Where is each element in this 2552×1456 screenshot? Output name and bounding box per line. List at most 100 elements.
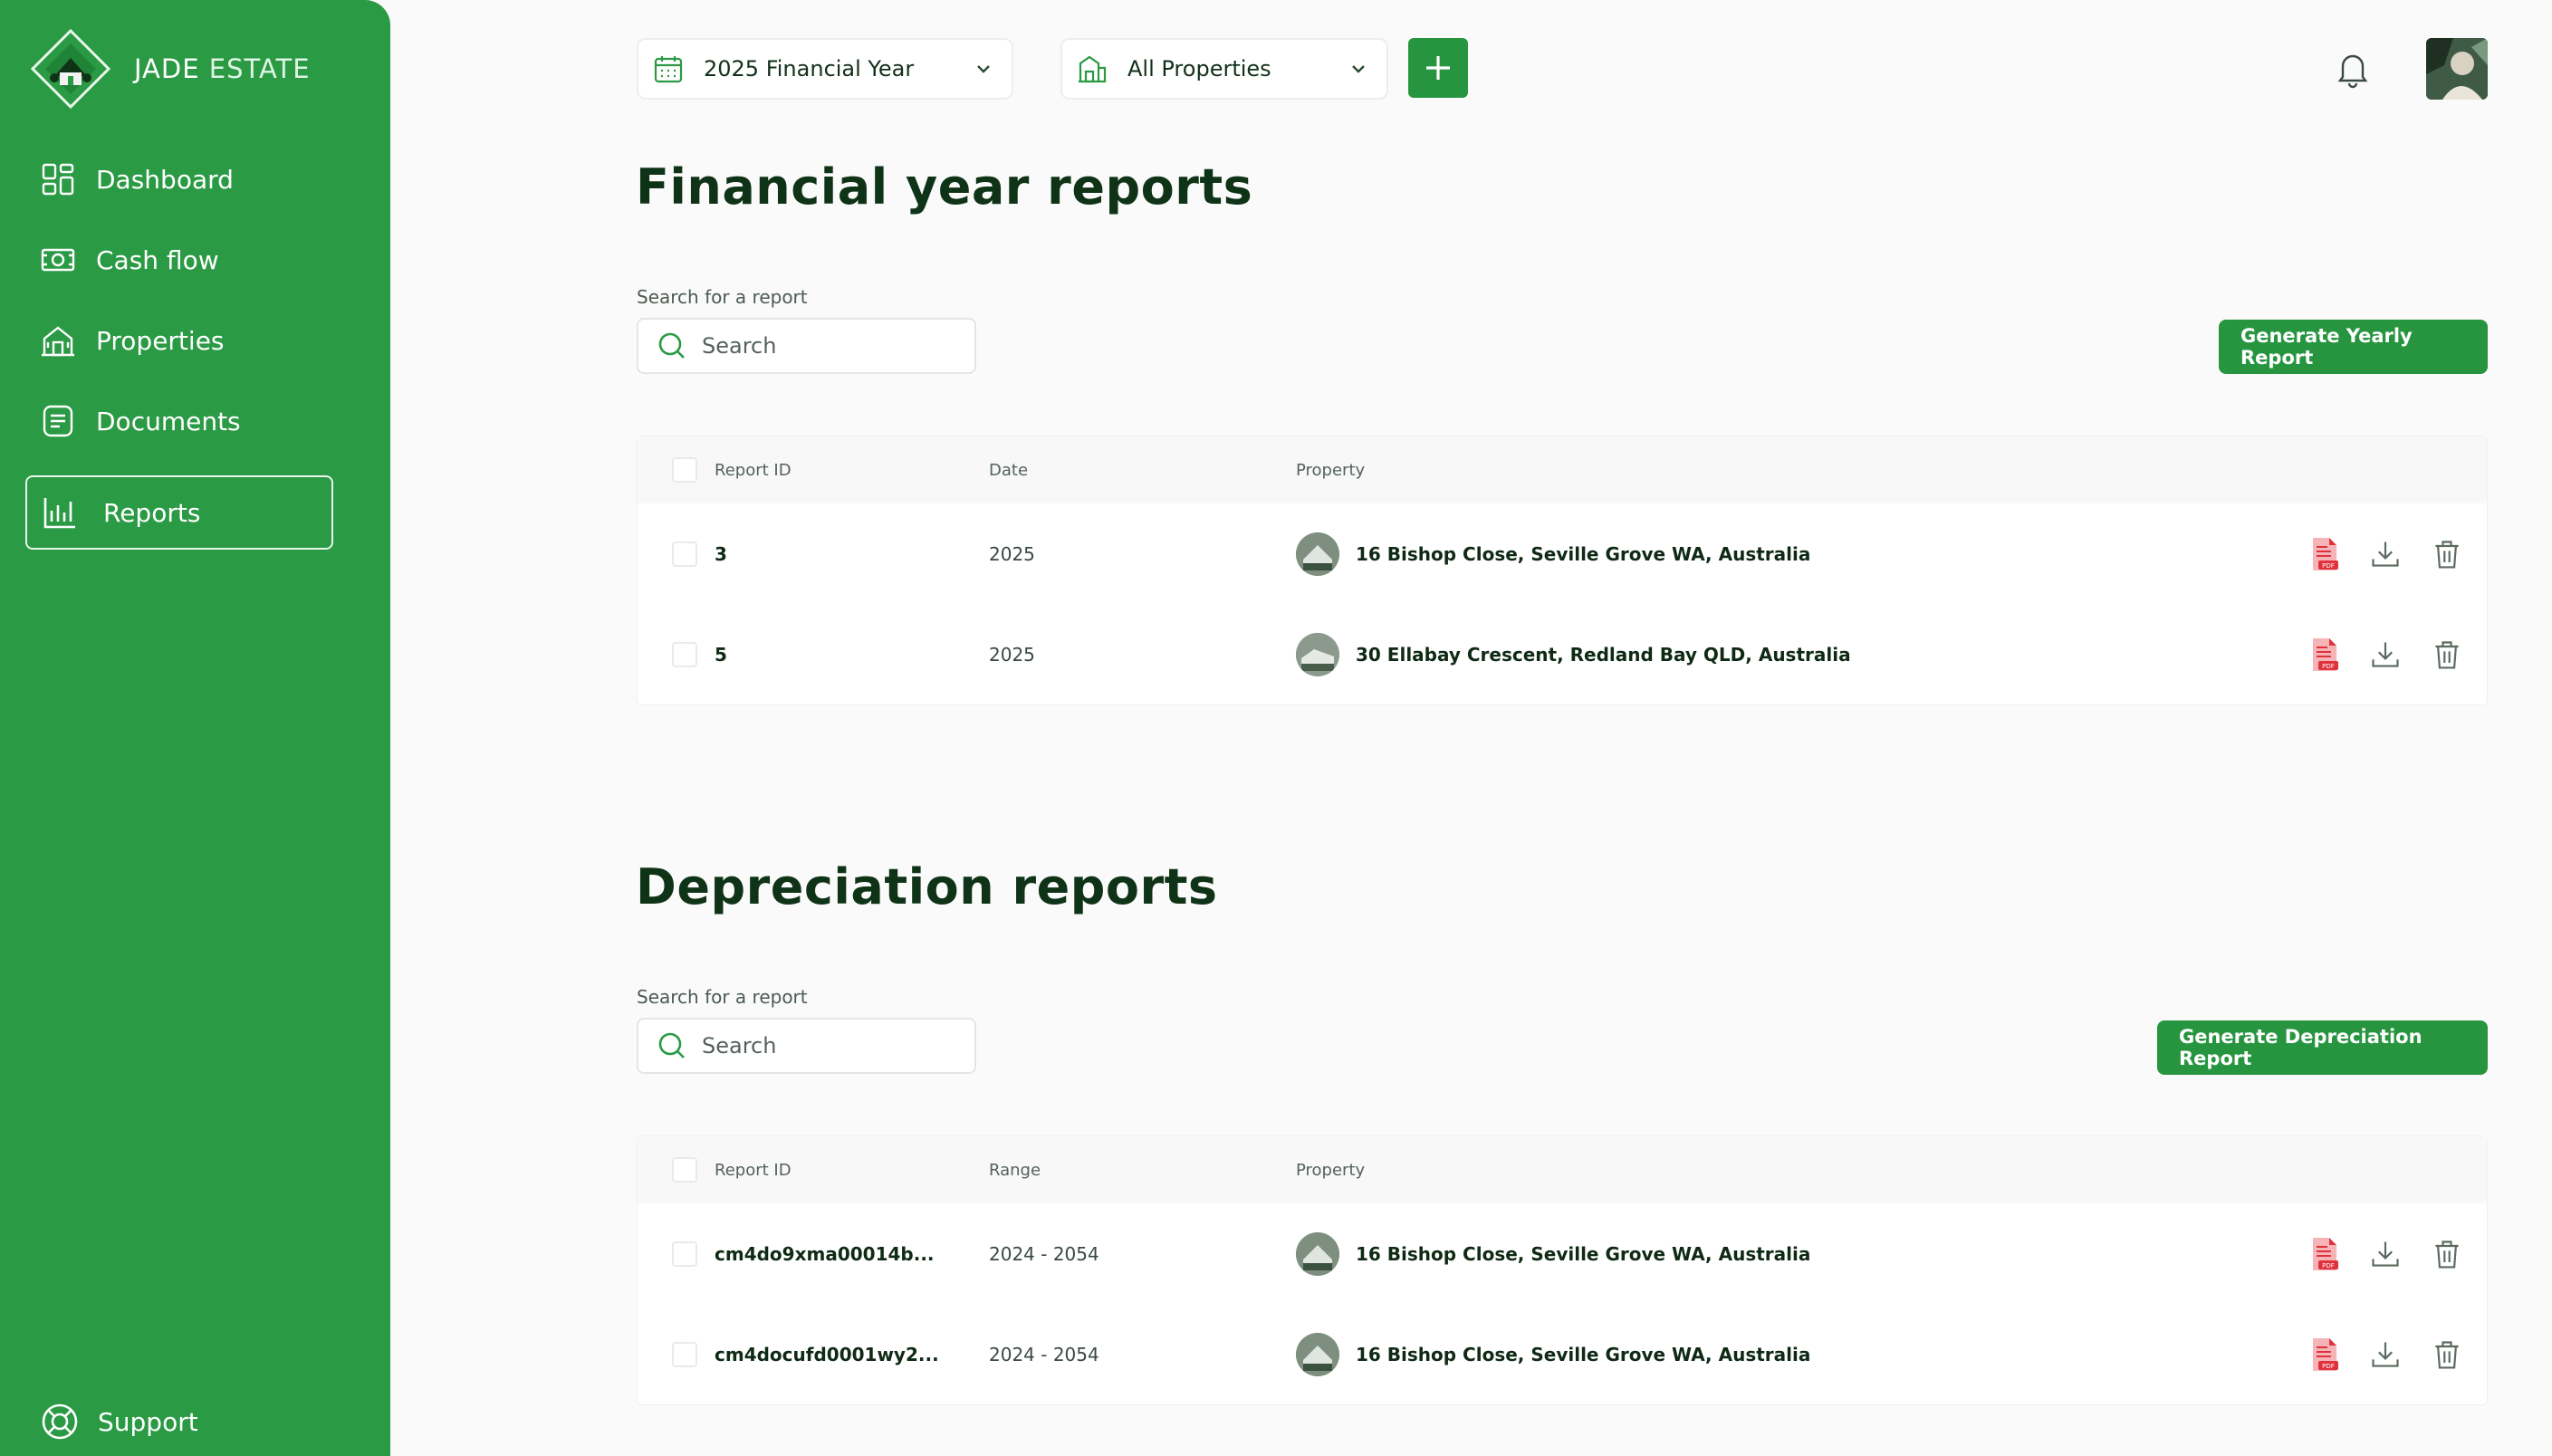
depreciation-search-label: Search for a report — [637, 986, 808, 1008]
trash-icon[interactable] — [2429, 1236, 2465, 1272]
svg-text:PDF: PDF — [2322, 663, 2335, 670]
sidebar-item-reports[interactable]: Reports — [25, 475, 333, 550]
report-range: 2024 - 2054 — [989, 1242, 1099, 1265]
brand-name-primary: JADE — [134, 53, 200, 84]
generate-yearly-report-button[interactable]: Generate Yearly Report — [2219, 320, 2488, 374]
property-value: All Properties — [1127, 56, 1271, 81]
col-report-id: Report ID — [715, 460, 792, 480]
row-checkbox[interactable] — [672, 641, 697, 667]
table-header: Report ID Date Property — [638, 436, 2487, 503]
report-id: 5 — [715, 643, 727, 666]
sidebar: JADE ESTATE Dashboard Cash flow Properti… — [0, 0, 390, 1456]
sidebar-item-dashboard[interactable]: Dashboard — [25, 143, 333, 216]
report-date: 2025 — [989, 542, 1035, 565]
search-icon — [658, 1032, 685, 1058]
row-actions: PDF — [2306, 1236, 2465, 1272]
report-property: 30 Ellabay Crescent, Redland Bay QLD, Au… — [1296, 632, 1851, 676]
sidebar-item-label: Cash flow — [96, 244, 219, 275]
chevron-down-icon — [977, 65, 990, 73]
report-id: 3 — [715, 542, 727, 565]
sidebar-item-properties[interactable]: Properties — [25, 304, 333, 377]
report-range: 2024 - 2054 — [989, 1343, 1099, 1365]
financial-reports-title: Financial year reports — [636, 158, 1253, 216]
report-property: 16 Bishop Close, Seville Grove WA, Austr… — [1296, 1332, 1810, 1376]
report-property: 16 Bishop Close, Seville Grove WA, Austr… — [1296, 532, 1810, 576]
search-icon — [658, 332, 685, 359]
row-checkbox[interactable] — [672, 1240, 697, 1267]
financial-year-value: 2025 Financial Year — [704, 56, 915, 81]
row-actions: PDF — [2306, 637, 2465, 673]
sidebar-item-documents[interactable]: Documents — [25, 385, 333, 457]
report-date: 2025 — [989, 643, 1035, 666]
dashboard-icon — [42, 163, 74, 196]
trash-icon[interactable] — [2429, 1336, 2465, 1373]
report-id: cm4docufd0001wy2... — [715, 1343, 939, 1365]
support-label: Support — [98, 1406, 198, 1437]
cash-icon — [41, 248, 75, 272]
table-row[interactable]: 3 2025 16 Bishop Close, Seville Grove WA… — [638, 503, 2487, 604]
financial-year-select[interactable]: 2025 Financial Year — [637, 38, 1013, 100]
generate-depreciation-report-button[interactable]: Generate Depreciation Report — [2157, 1020, 2488, 1075]
table-row[interactable]: cm4do9xma00014b... 2024 - 2054 16 Bishop… — [638, 1203, 2487, 1304]
svg-text:PDF: PDF — [2322, 1363, 2335, 1370]
col-range: Range — [989, 1160, 1041, 1180]
depreciation-reports-title: Depreciation reports — [636, 858, 1218, 915]
property-thumbnail — [1296, 1332, 1339, 1376]
property-thumbnail — [1296, 632, 1339, 676]
logo-icon — [27, 25, 114, 112]
pdf-icon[interactable]: PDF — [2306, 1236, 2342, 1272]
plus-icon — [1426, 56, 1450, 80]
table-row[interactable]: cm4docufd0001wy2... 2024 - 2054 16 Bisho… — [638, 1304, 2487, 1404]
financial-search-input[interactable]: Search — [637, 318, 976, 374]
depreciation-search-input[interactable]: Search — [637, 1018, 976, 1074]
download-icon[interactable] — [2367, 637, 2403, 673]
trash-icon[interactable] — [2429, 536, 2465, 572]
financial-search-label: Search for a report — [637, 286, 808, 308]
row-checkbox[interactable] — [672, 541, 697, 567]
pdf-icon[interactable]: PDF — [2306, 637, 2342, 673]
download-icon[interactable] — [2367, 536, 2403, 572]
col-property: Property — [1296, 460, 1366, 480]
sidebar-item-label: Dashboard — [96, 164, 234, 195]
support-link[interactable]: Support — [40, 1402, 198, 1442]
sidebar-item-cash-flow[interactable]: Cash flow — [25, 224, 333, 296]
building-icon — [1079, 55, 1107, 83]
download-icon[interactable] — [2367, 1236, 2403, 1272]
property-thumbnail — [1296, 1231, 1339, 1276]
reports-icon — [43, 498, 75, 529]
col-property: Property — [1296, 1160, 1366, 1180]
chevron-down-icon — [1352, 65, 1365, 73]
select-all-checkbox[interactable] — [672, 457, 697, 483]
col-report-id: Report ID — [715, 1160, 792, 1180]
row-checkbox[interactable] — [672, 1341, 697, 1367]
row-actions: PDF — [2306, 536, 2465, 572]
select-all-checkbox[interactable] — [672, 1157, 697, 1183]
depreciation-reports-table: Report ID Range Property cm4do9xma00014b… — [637, 1135, 2488, 1405]
properties-icon — [42, 326, 74, 357]
pdf-icon[interactable]: PDF — [2306, 536, 2342, 572]
table-row[interactable]: 5 2025 30 Ellabay Crescent, Redland Bay … — [638, 604, 2487, 704]
add-button[interactable] — [1408, 38, 1468, 98]
sidebar-item-label: Documents — [96, 406, 241, 436]
brand-name-secondary: ESTATE — [208, 53, 311, 84]
svg-text:PDF: PDF — [2322, 562, 2335, 570]
sidebar-nav: Dashboard Cash flow Properties Documents — [25, 143, 333, 558]
brand[interactable]: JADE ESTATE — [27, 25, 311, 112]
documents-icon — [43, 405, 73, 437]
row-actions: PDF — [2306, 1336, 2465, 1373]
notification-bell-icon[interactable] — [2332, 48, 2374, 90]
pdf-icon[interactable]: PDF — [2306, 1336, 2342, 1373]
trash-icon[interactable] — [2429, 637, 2465, 673]
property-thumbnail — [1296, 532, 1339, 576]
support-icon — [42, 1403, 78, 1440]
svg-text:PDF: PDF — [2322, 1262, 2335, 1269]
user-avatar[interactable] — [2426, 38, 2488, 100]
financial-reports-table: Report ID Date Property 3 2025 16 Bishop… — [637, 436, 2488, 705]
report-property: 16 Bishop Close, Seville Grove WA, Austr… — [1296, 1231, 1810, 1276]
property-select[interactable]: All Properties — [1060, 38, 1388, 100]
col-date: Date — [989, 460, 1029, 480]
table-header: Report ID Range Property — [638, 1136, 2487, 1203]
download-icon[interactable] — [2367, 1336, 2403, 1373]
search-placeholder: Search — [702, 1033, 777, 1058]
search-placeholder: Search — [702, 333, 777, 359]
